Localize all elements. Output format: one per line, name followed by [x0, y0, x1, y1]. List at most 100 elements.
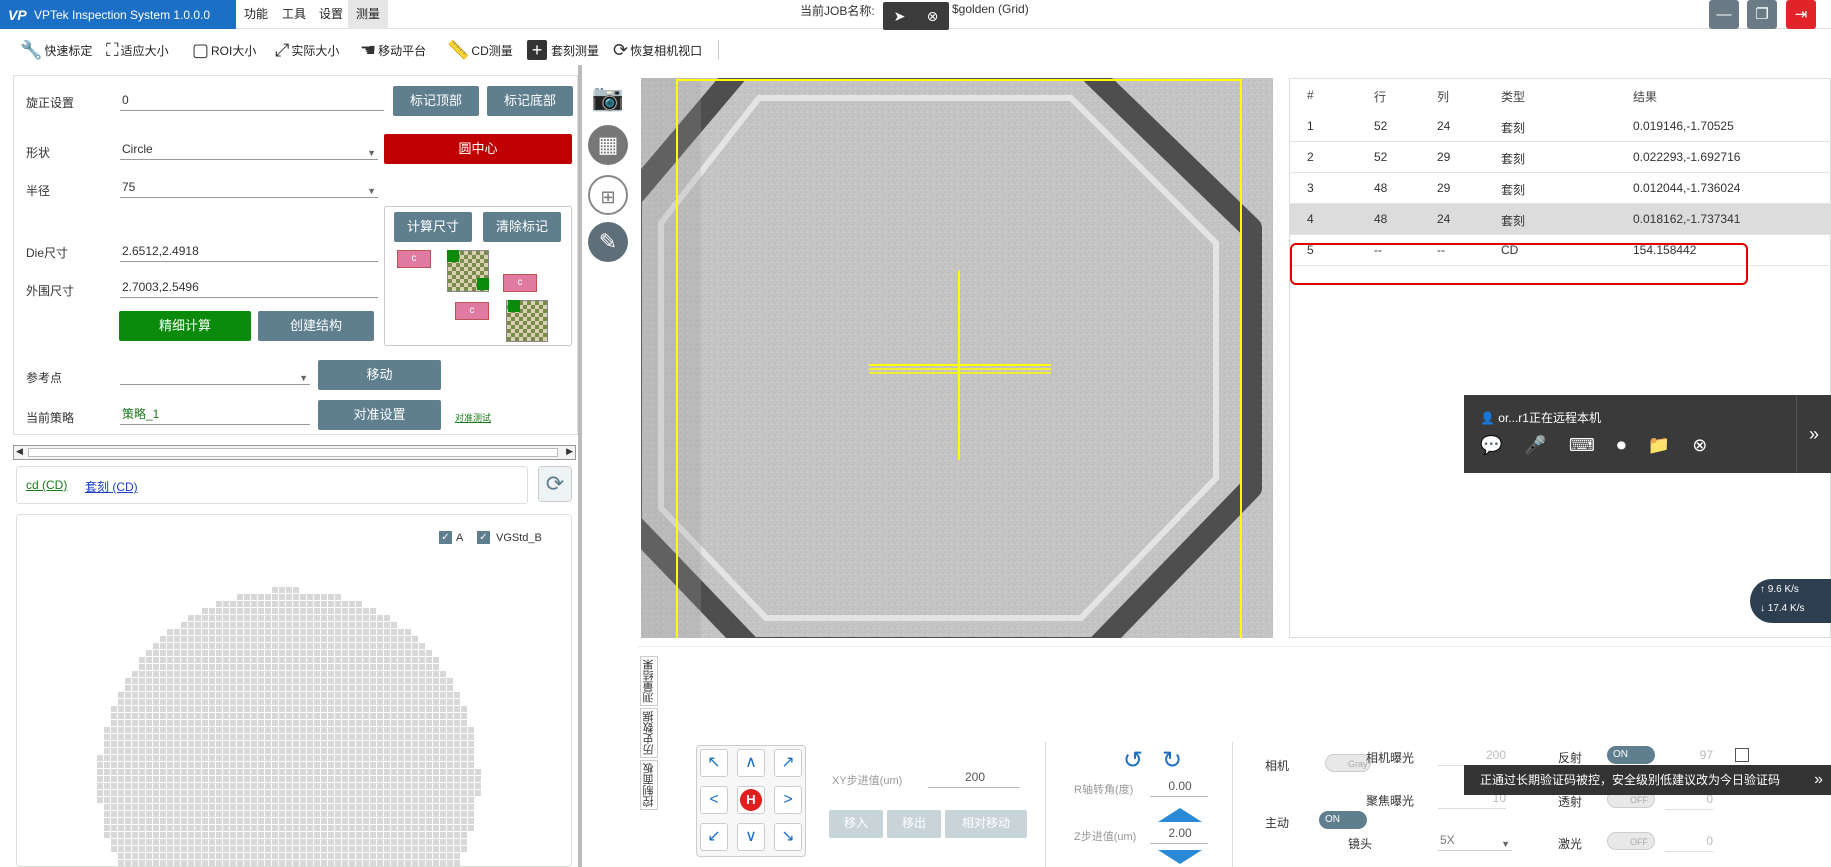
cd-measure-button[interactable]: 📏 CD测量	[447, 35, 513, 65]
remote-close-icon[interactable]: ⊗	[927, 8, 939, 25]
exit-button[interactable]: ⇥	[1786, 0, 1816, 29]
exposure-field[interactable]: 200	[1438, 746, 1506, 766]
restore-camera-button[interactable]: ⟳ 恢复相机视口	[613, 35, 702, 65]
laser-field[interactable]: 0	[1665, 832, 1713, 852]
move-out-button[interactable]: 移出	[887, 810, 941, 838]
jog-down-icon[interactable]: ∨	[737, 823, 765, 851]
overlay-measure-button[interactable]: + 套刻测量	[527, 35, 599, 65]
relative-move-button[interactable]: 相对移动	[945, 810, 1027, 838]
reflect-field[interactable]: 97	[1665, 746, 1713, 766]
schematic-marker	[447, 250, 459, 262]
reflect-checkbox[interactable]	[1735, 748, 1749, 762]
mark-top-button[interactable]: 标记顶部	[393, 86, 479, 116]
table-row[interactable]: 4 48 24 套刻 0.018162,-1.737341	[1290, 204, 1831, 235]
tab-control-panel[interactable]: 控制面板	[640, 760, 658, 810]
wafer-map[interactable]	[97, 580, 482, 867]
radius-select[interactable]: 75 ▼	[120, 178, 378, 198]
actual-size-button[interactable]: ⤢ 实际大小	[275, 35, 339, 65]
home-button[interactable]: H	[737, 786, 765, 814]
legend-b-checkbox[interactable]: ✓	[477, 531, 490, 544]
rotate-cw-icon[interactable]: ↻	[1162, 746, 1182, 775]
fit-size-button[interactable]: ⛶ 适应大小	[106, 35, 169, 65]
close-icon[interactable]: ⊗	[1692, 435, 1707, 456]
quick-calibrate-button[interactable]: 🔧 快速标定	[20, 35, 92, 65]
scroll-thumb[interactable]	[28, 448, 558, 457]
link-overlay[interactable]: 套刻 (CD)	[85, 478, 138, 495]
ruler-tool-icon[interactable]: ✎	[588, 222, 628, 262]
remote-control-panel: 👤 or...r1正在远程本机 💬 🎤 ⌨ ⏺ 📁 ⊗ »	[1464, 395, 1831, 473]
camera-image-view[interactable]	[641, 78, 1273, 638]
move-in-button[interactable]: 移入	[829, 810, 883, 838]
minimize-button[interactable]: —	[1709, 0, 1739, 29]
camera-icon[interactable]: 📷	[588, 77, 628, 117]
rotate-ccw-icon[interactable]: ↺	[1123, 746, 1143, 775]
align-settings-button[interactable]: 对准设置	[318, 400, 441, 430]
align-test-link[interactable]: 对准测试	[455, 411, 491, 424]
keyboard-icon[interactable]: ⌨	[1569, 435, 1595, 456]
menu-tools[interactable]: 工具	[274, 0, 314, 29]
menu-function[interactable]: 功能	[236, 0, 276, 29]
table-row[interactable]: 2 52 29 套刻 0.022293,-1.692716	[1290, 142, 1831, 173]
toolbar-label: 恢复相机视口	[630, 43, 703, 58]
z-down-icon[interactable]	[1158, 850, 1202, 864]
strategy-field[interactable]: 策略_1	[120, 405, 310, 425]
table-row[interactable]: 3 48 29 套刻 0.012044,-1.736024	[1290, 173, 1831, 204]
folder-icon[interactable]: 📁	[1648, 435, 1670, 456]
outer-size-field[interactable]: 2.7003,2.5496	[120, 278, 378, 298]
jog-right-icon[interactable]: >	[774, 786, 802, 814]
die-size-label: Die尺寸	[26, 246, 69, 260]
circle-center-button[interactable]: 圆中心	[384, 134, 572, 164]
move-stage-button[interactable]: ☚ 移动平台	[360, 35, 426, 65]
rotate-field[interactable]: 0	[120, 91, 384, 111]
link-cd[interactable]: cd (CD)	[26, 478, 67, 492]
z-step-field[interactable]: 2.00	[1150, 824, 1208, 844]
roi-size-button[interactable]: ▢ ROI大小	[192, 35, 256, 65]
die-size-field[interactable]: 2.6512,2.4918	[120, 242, 378, 262]
remote-arrow-icon[interactable]: ➤	[894, 8, 906, 25]
reflect-toggle[interactable]: ON	[1607, 746, 1655, 764]
calc-size-button[interactable]: 计算尺寸	[394, 212, 472, 242]
chat-icon[interactable]: 💬	[1480, 435, 1502, 456]
expand-icon[interactable]: »	[1796, 395, 1831, 473]
fine-calc-button[interactable]: 精细计算	[119, 311, 251, 341]
die-map-icon[interactable]: ⊞	[588, 175, 628, 215]
refresh-icon[interactable]: ⟳	[538, 466, 572, 502]
jog-up-left-icon[interactable]: ↖	[700, 749, 728, 777]
tab-history[interactable]: 历史数据	[640, 708, 658, 758]
tab-measure-results[interactable]: 测量结果	[640, 656, 658, 706]
jog-up-icon[interactable]: ∧	[737, 749, 765, 777]
remote-mini-bar[interactable]: ➤ ⊗	[883, 2, 949, 30]
lens-select[interactable]: 5X ▼	[1438, 831, 1512, 851]
laser-toggle[interactable]: OFF	[1607, 832, 1655, 850]
jog-up-right-icon[interactable]: ↗	[774, 749, 802, 777]
notice-expand-icon[interactable]: »	[1814, 765, 1823, 795]
menu-measure[interactable]: 测量	[348, 0, 389, 29]
jog-left-icon[interactable]: <	[700, 786, 728, 814]
horizontal-scrollbar[interactable]: ◀ ▶	[13, 445, 576, 460]
mic-icon[interactable]: 🎤	[1524, 435, 1546, 456]
move-button[interactable]: 移动	[318, 360, 441, 390]
z-up-icon[interactable]	[1158, 808, 1202, 822]
legend-a-checkbox[interactable]: ✓	[439, 531, 452, 544]
security-notice: 正通过长期验证码被控，安全级别低建议改为今日验证码 »	[1464, 765, 1831, 795]
camera-toggle[interactable]: Gray	[1325, 754, 1371, 772]
panel-splitter[interactable]	[578, 65, 582, 867]
clear-mark-button[interactable]: 清除标记	[483, 212, 561, 242]
table-row[interactable]: 1 52 24 套刻 0.019146,-1.70525	[1290, 111, 1831, 142]
ref-point-select[interactable]: ▼	[120, 365, 310, 385]
create-struct-button[interactable]: 创建结构	[258, 311, 374, 341]
scroll-left-icon[interactable]: ◀	[16, 446, 23, 457]
shape-select[interactable]: Circle ▼	[120, 140, 378, 160]
xy-step-field[interactable]: 200	[928, 768, 1020, 788]
jog-down-right-icon[interactable]: ↘	[774, 823, 802, 851]
wafer-grid-icon[interactable]: ▦	[588, 125, 628, 165]
active-toggle[interactable]: ON	[1319, 811, 1367, 829]
record-icon[interactable]: ⏺	[1617, 435, 1626, 456]
scroll-right-icon[interactable]: ▶	[566, 446, 573, 457]
jog-down-left-icon[interactable]: ↙	[700, 823, 728, 851]
toolbar-label: ROI大小	[211, 43, 257, 58]
r-angle-field[interactable]: 0.00	[1150, 777, 1208, 797]
menu-settings[interactable]: 设置	[311, 0, 351, 29]
maximize-button[interactable]: ❐	[1747, 0, 1777, 29]
mark-bottom-button[interactable]: 标记底部	[487, 86, 573, 116]
